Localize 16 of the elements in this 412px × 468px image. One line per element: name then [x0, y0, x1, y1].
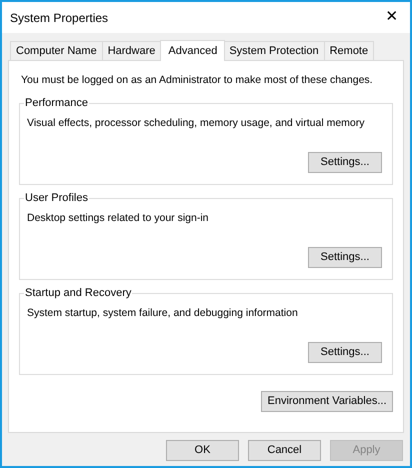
notice-text: You must be logged on as an Administrator to make most of these changes. [20, 73, 374, 88]
dialog-button[interactable]: Cancel [248, 440, 321, 461]
tab[interactable]: Remote [324, 41, 374, 60]
settings-button[interactable]: Settings... [308, 246, 382, 268]
settings-button[interactable]: Settings... [308, 342, 382, 362]
close-button[interactable]: ✕ [374, 2, 410, 32]
tab[interactable]: Advanced [160, 40, 226, 61]
group-description: Visual effects, processor scheduling, memory usage, and virtual memory [27, 116, 366, 131]
group-description: Desktop settings related to your sign-in [27, 210, 210, 226]
settings-button[interactable]: Settings... [308, 152, 382, 172]
tab[interactable]: Computer Name [10, 41, 103, 60]
group-description: System startup, system failure, and debugging information [27, 306, 299, 321]
dialog-button[interactable]: OK [166, 440, 239, 461]
tab[interactable]: System Protection [224, 41, 325, 60]
window-title: System Properties [10, 10, 108, 26]
environment-variables-button[interactable]: Environment Variables... [261, 390, 393, 412]
